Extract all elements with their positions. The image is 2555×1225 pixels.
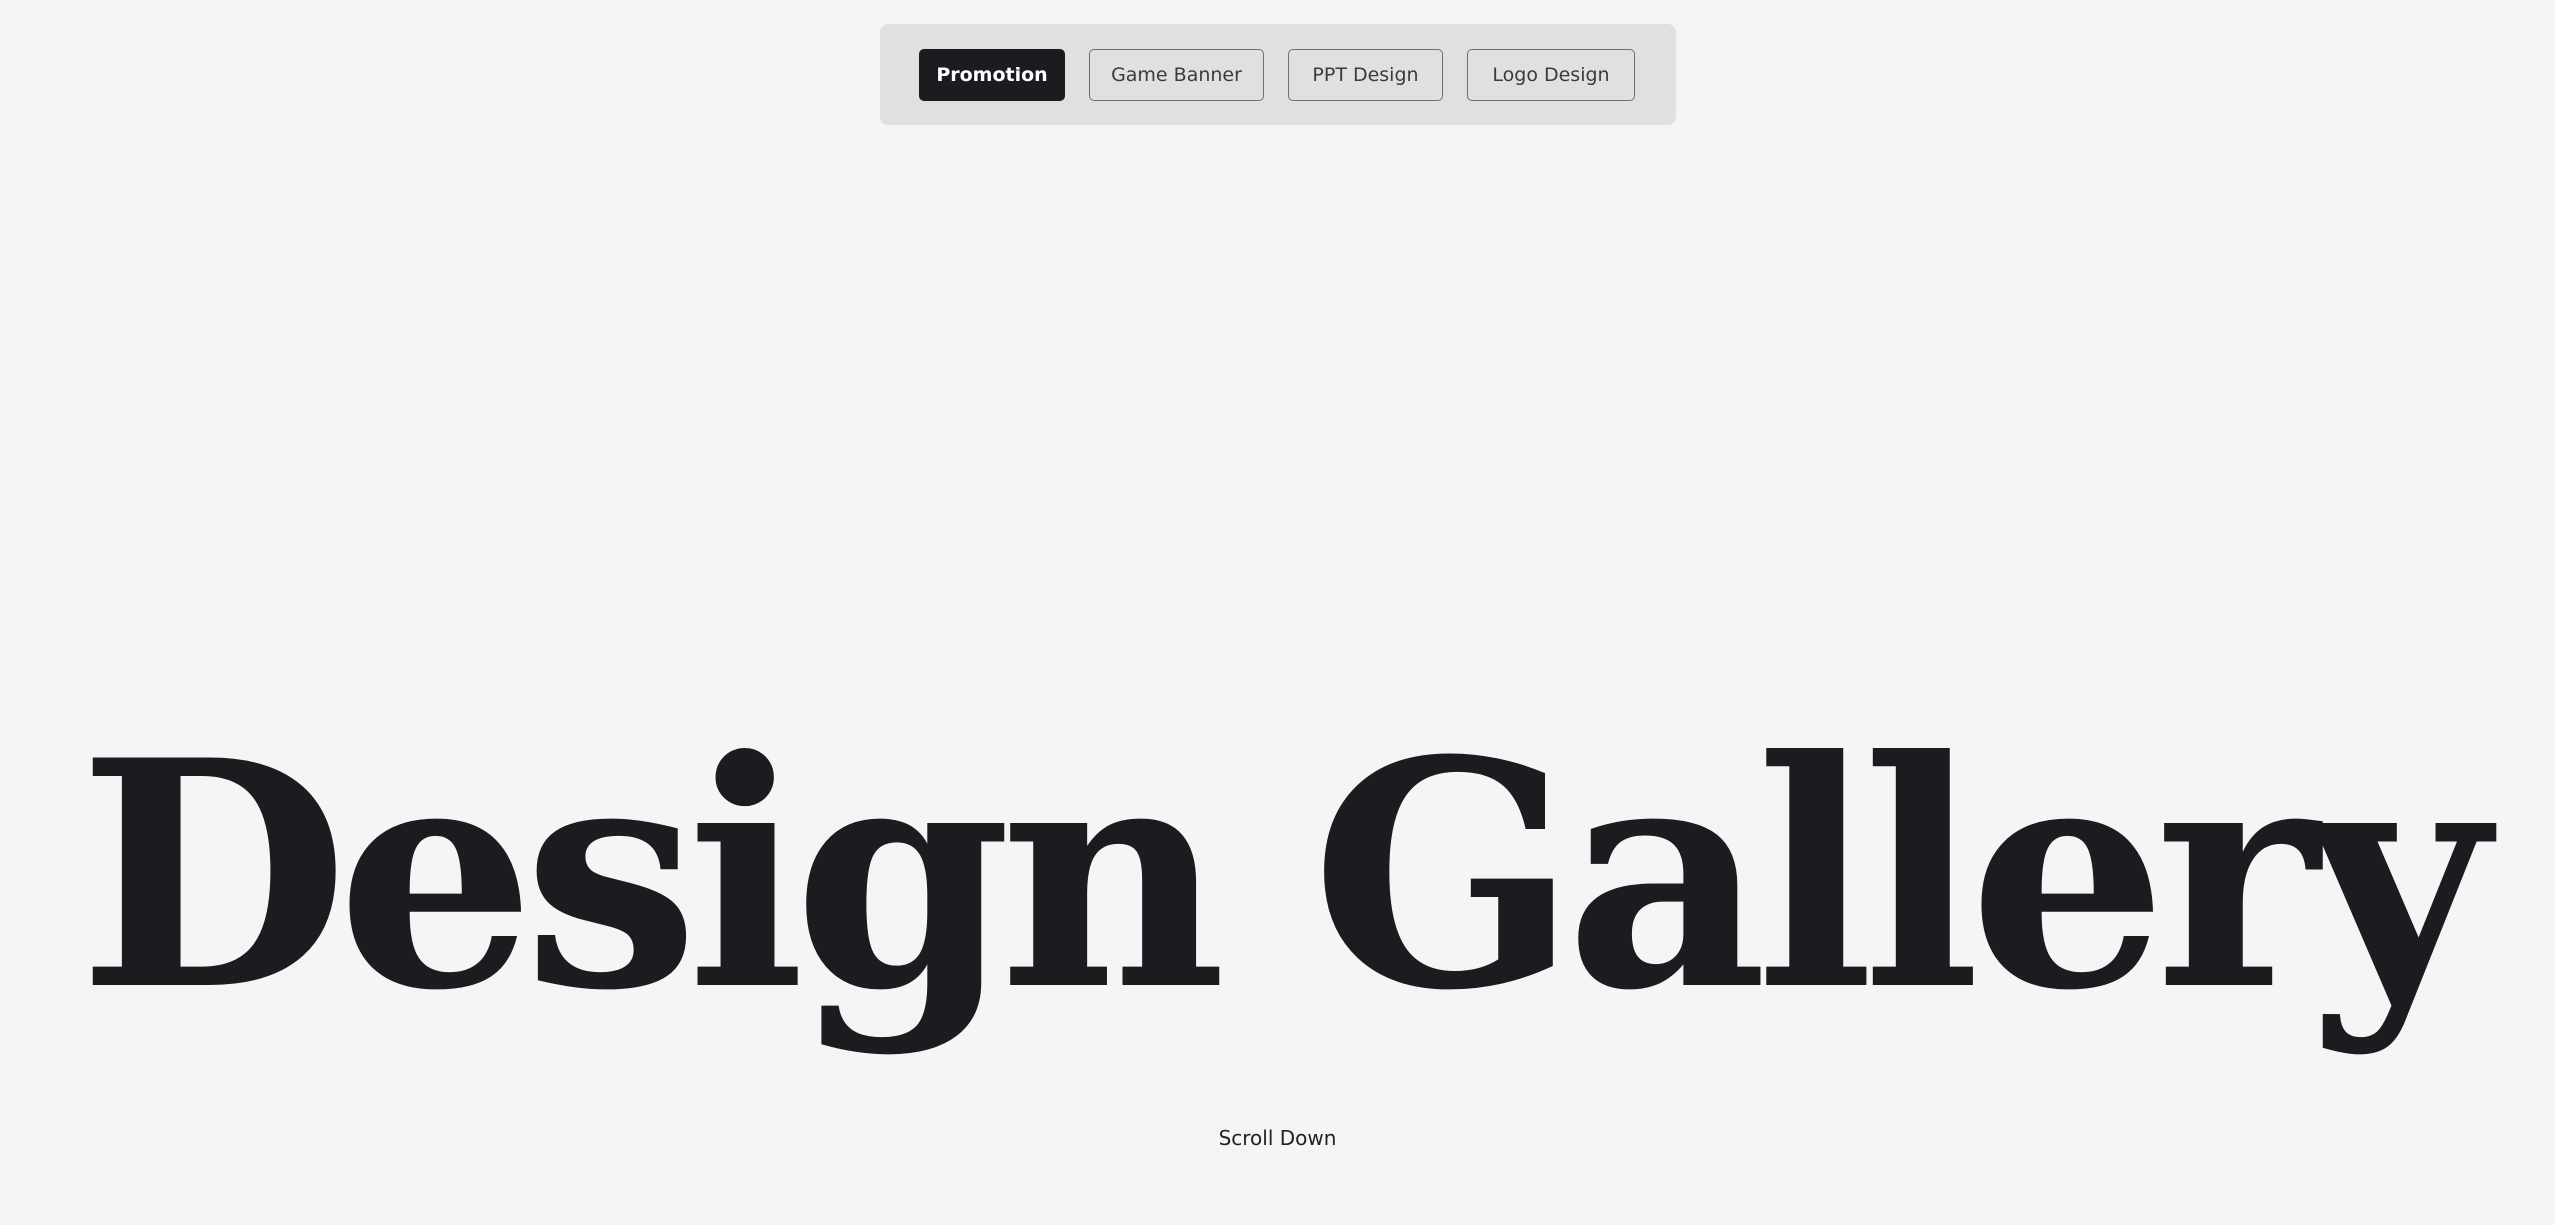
scroll-down-hint[interactable]: Scroll Down [0,1126,2555,1150]
tab-logo-design[interactable]: Logo Design [1467,48,1635,101]
tab-promotion[interactable]: Promotion [919,48,1065,101]
tab-game-banner[interactable]: Game Banner [1089,48,1264,101]
category-tab-bar: Promotion Game Banner PPT Design Logo De… [880,24,1676,125]
hero-title: Design Gallery [78,692,2489,1059]
tab-ppt-design[interactable]: PPT Design [1288,48,1443,101]
